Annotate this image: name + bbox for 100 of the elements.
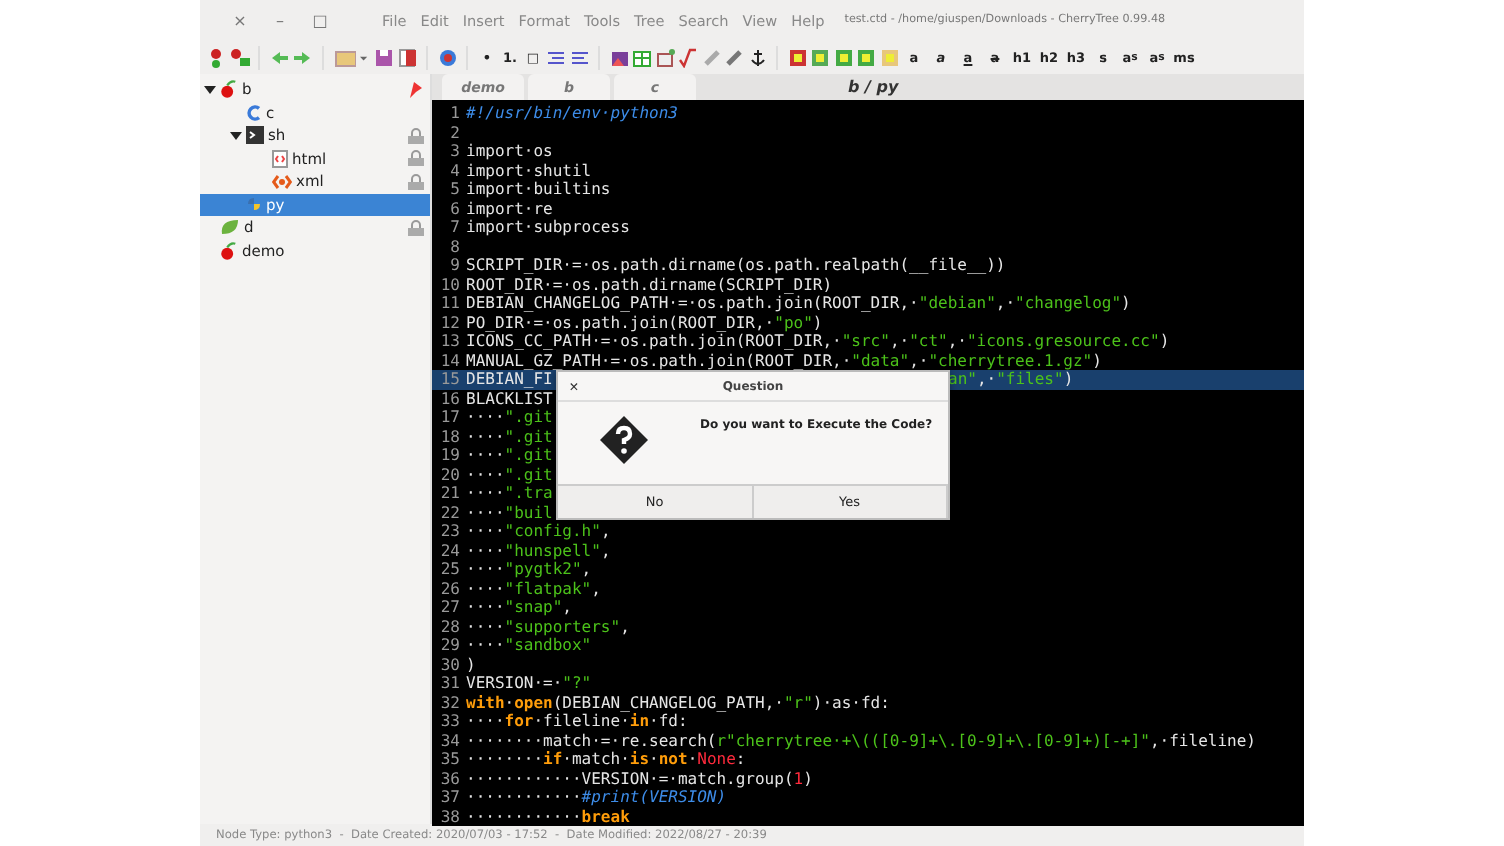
cherry-icon — [220, 241, 238, 260]
code-line: DEBIAN_FI — [466, 370, 553, 389]
line-number: 4 — [448, 161, 460, 180]
code-line: ····"sandbox" — [466, 636, 592, 655]
line-number: 38 — [438, 807, 460, 826]
line-number: 12 — [438, 313, 460, 332]
line-number: 36 — [438, 769, 460, 788]
code-line: import·subprocess — [466, 218, 630, 237]
code-line: #!/usr/bin/env·python3 — [466, 104, 678, 123]
export-icon[interactable] — [397, 47, 417, 67]
unindent-icon[interactable] — [569, 47, 589, 67]
code-line: ····".git — [466, 465, 553, 484]
image-icon[interactable] — [609, 47, 629, 67]
code-line: SCRIPT_DIR·=·os.path.dirname(os.path.realpath(__file__)) — [466, 256, 1006, 275]
code-line: ····"config.h", — [466, 522, 611, 541]
code-line: import·builtins — [466, 180, 611, 199]
code-line: ····".git — [466, 427, 553, 446]
node-path: b / py — [848, 78, 899, 96]
line-number: 14 — [438, 351, 460, 370]
code-line: ····".git — [466, 446, 553, 465]
code-line: import·re — [466, 199, 553, 218]
code-line: MANUAL_GZ_PATH·=·os.path.join(ROOT_DIR,·"data",·"cherrytree.1.gz") — [466, 351, 1102, 370]
table-icon[interactable] — [632, 47, 652, 67]
code-line: ROOT_DIR·=·os.path.dirname(SCRIPT_DIR) — [466, 275, 833, 294]
code-line: BLACKLIST — [466, 389, 553, 408]
code-line: ····"flatpak", — [466, 579, 601, 598]
close-button[interactable]: × — [558, 377, 590, 395]
line-number: 6 — [448, 199, 460, 218]
line-number: 5 — [448, 180, 460, 199]
indent-icon[interactable] — [546, 47, 566, 67]
line-number: 32 — [438, 693, 460, 712]
expander-icon[interactable] — [230, 129, 242, 142]
line-number: 15 — [438, 370, 460, 389]
python-icon — [246, 196, 262, 213]
line-number: 9 — [448, 256, 460, 275]
line-number: 1 — [448, 104, 460, 123]
code-line: VERSION·=·"?" — [466, 674, 592, 693]
line-number: 28 — [438, 617, 460, 636]
code-line: ····"pygtk2", — [466, 560, 592, 579]
code-line: ····"supporters", — [466, 617, 630, 636]
line-number: 16 — [438, 389, 460, 408]
window-control[interactable]: □ — [300, 11, 340, 29]
line-number: 11 — [438, 294, 460, 313]
line-number: 20 — [438, 465, 460, 484]
code-line: ············VERSION·=·match.group(1) — [466, 769, 813, 788]
code-line: ········match·=·re.search(r"cherrytree·+\(([0-9]+\.[0-9]+\.[0-9]+)[-+]",·fileline) — [466, 731, 1256, 750]
line-number: 37 — [438, 788, 460, 807]
line-number: 27 — [438, 598, 460, 617]
line-number: 18 — [438, 427, 460, 446]
math-icon[interactable] — [678, 47, 698, 67]
code-line: ICONS_CC_PATH·=·os.path.join(ROOT_DIR,·"src",·"ct",·"icons.gresource.cc") — [466, 332, 1170, 351]
line-number: 23 — [438, 522, 460, 541]
line-number: 34 — [438, 731, 460, 750]
xml-icon — [272, 173, 292, 190]
line-number: 3 — [448, 142, 460, 161]
line-number: 35 — [438, 750, 460, 769]
code-line: an",·"files") — [948, 370, 1074, 389]
code-line: ····".tra — [466, 484, 553, 503]
cherry-icon — [220, 80, 238, 99]
anchor-icon[interactable] — [747, 47, 767, 67]
line-number: 33 — [438, 712, 460, 731]
line-number: 30 — [438, 655, 460, 674]
line-number: 2 — [448, 123, 460, 142]
line-number: 29 — [438, 636, 460, 655]
code-line: PO_DIR·=·os.path.join(ROOT_DIR,·"po") — [466, 313, 823, 332]
line-number: 7 — [448, 218, 460, 237]
line-number: 8 — [448, 237, 460, 256]
line-number: 24 — [438, 541, 460, 560]
html-file-icon — [272, 149, 288, 168]
line-number: 17 — [438, 408, 460, 427]
code-line: ····"hunspell", — [466, 541, 611, 560]
line-number: 31 — [438, 674, 460, 693]
line-number: 10 — [438, 275, 460, 294]
terminal-icon — [246, 126, 264, 145]
window-control[interactable]: × — [220, 11, 260, 29]
add-node-icon[interactable] — [206, 47, 226, 67]
line-number: 26 — [438, 579, 460, 598]
code-line: ············break — [466, 807, 630, 826]
code-line: ) — [466, 655, 476, 674]
leaf-icon — [220, 218, 240, 237]
code-line: ····"snap", — [466, 598, 572, 617]
expander-icon[interactable] — [204, 83, 216, 96]
add-child-node-icon[interactable] — [229, 47, 249, 67]
window-control[interactable]: – — [260, 11, 300, 29]
code-line: with·open(DEBIAN_CHANGELOG_PATH,·"r")·as·fd: — [466, 693, 890, 712]
line-number: 25 — [438, 560, 460, 579]
save-icon[interactable] — [374, 47, 394, 67]
code-line: ········if·match·is·not·None: — [466, 750, 746, 769]
question-icon — [598, 414, 650, 466]
line-number: 19 — [438, 446, 460, 465]
code-line: ····".git — [466, 408, 553, 427]
code-line: DEBIAN_CHANGELOG_PATH·=·os.path.join(ROOT_DIR,·"debian",·"changelog") — [466, 294, 1131, 313]
line-number: 21 — [438, 484, 460, 503]
code-line: ····"buil — [466, 503, 553, 522]
code-line: import·os — [466, 142, 553, 161]
code-line: ············#print(VERSION) — [466, 788, 727, 807]
code-line: import·shutil — [466, 161, 592, 180]
line-number: 22 — [438, 503, 460, 522]
code-line: ····for·fileline·in·fd: — [466, 712, 688, 731]
code-editor[interactable] — [432, 100, 1304, 826]
